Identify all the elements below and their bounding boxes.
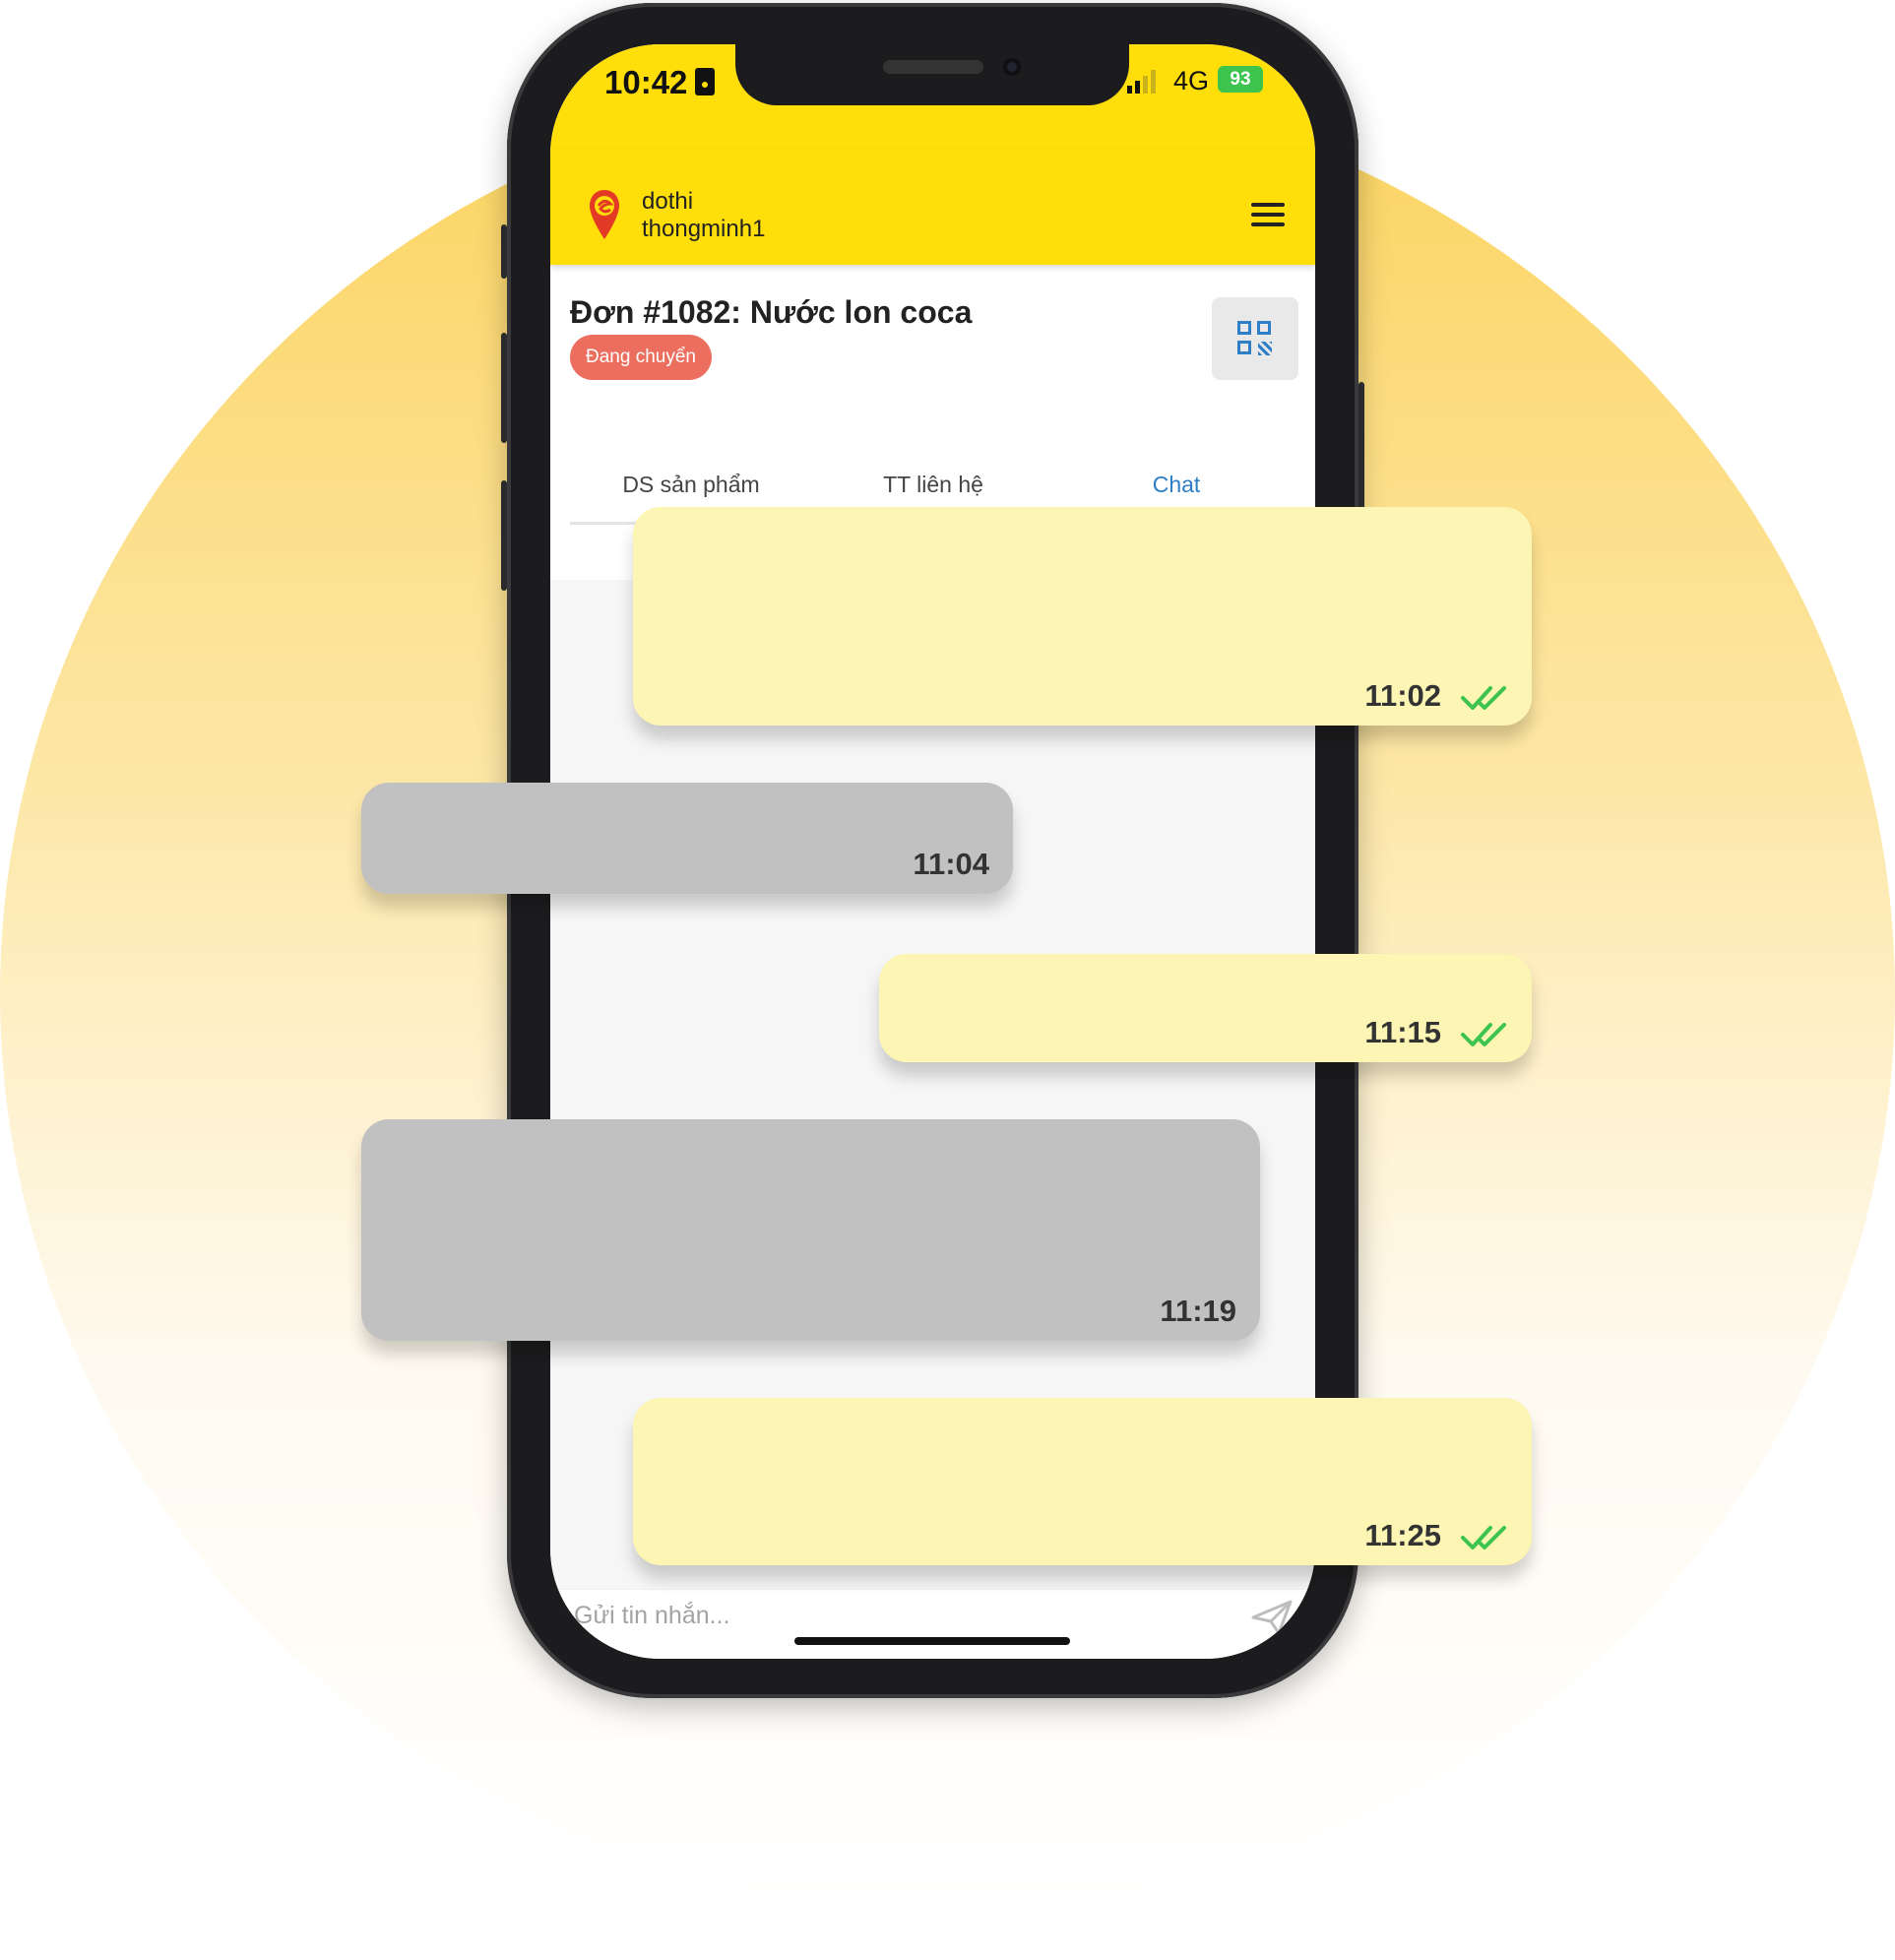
home-indicator	[794, 1637, 1070, 1645]
signal-icon	[1127, 70, 1163, 94]
order-title: Đơn #1082: Nước lon coca	[570, 294, 973, 330]
order-status-badge: Đang chuyển	[570, 335, 712, 380]
logo-pin-icon	[590, 190, 619, 239]
qr-code-button[interactable]	[1212, 297, 1298, 380]
mute-switch	[501, 224, 507, 279]
double-check-icon	[1461, 686, 1506, 710]
brand-name-line2: thongminh1	[642, 216, 766, 242]
notch	[735, 44, 1129, 105]
app-header: dothi thongminh1	[550, 149, 1315, 265]
status-bar: 10:42 4G 93	[550, 44, 1315, 149]
status-time: 10:42	[604, 64, 688, 100]
qr-icon	[1237, 321, 1251, 335]
message-time: 11:15	[1364, 1015, 1441, 1049]
message-time: 11:02	[1364, 678, 1441, 713]
volume-down-button	[501, 480, 507, 591]
message-time: 11:19	[1160, 1294, 1236, 1328]
battery-indicator: 93	[1218, 66, 1263, 93]
message-input[interactable]: Gửi tin nhắn...	[574, 1602, 729, 1630]
hamburger-menu-icon[interactable]	[1251, 203, 1285, 226]
send-icon[interactable]	[1249, 1598, 1295, 1637]
message-bubble-incoming[interactable]: 11:04	[361, 783, 1013, 894]
message-bubble-outgoing[interactable]: 11:15	[879, 954, 1532, 1062]
double-check-icon	[1461, 1023, 1506, 1046]
qr-icon-part	[1257, 321, 1271, 335]
double-check-icon	[1461, 1526, 1506, 1549]
message-input-bar: Gửi tin nhắn...	[550, 1589, 1315, 1659]
qr-icon-part	[1237, 341, 1251, 354]
message-time: 11:04	[913, 847, 989, 881]
network-type: 4G	[1173, 66, 1210, 95]
brand-name-line1: dothi	[642, 188, 694, 215]
camera	[1003, 58, 1021, 76]
tab-chat[interactable]: Chat	[1055, 472, 1297, 498]
volume-up-button	[501, 333, 507, 443]
sim-icon	[695, 68, 715, 95]
message-bubble-outgoing[interactable]: 11:25	[633, 1398, 1532, 1565]
message-time: 11:25	[1364, 1518, 1441, 1552]
speaker	[883, 60, 983, 74]
message-bubble-incoming[interactable]: 11:19	[361, 1119, 1260, 1341]
tab-products[interactable]: DS sản phẩm	[570, 472, 812, 498]
message-bubble-outgoing[interactable]: 11:02	[633, 507, 1532, 726]
qr-icon-part	[1258, 342, 1272, 355]
tab-contact[interactable]: TT liên hệ	[812, 472, 1054, 498]
